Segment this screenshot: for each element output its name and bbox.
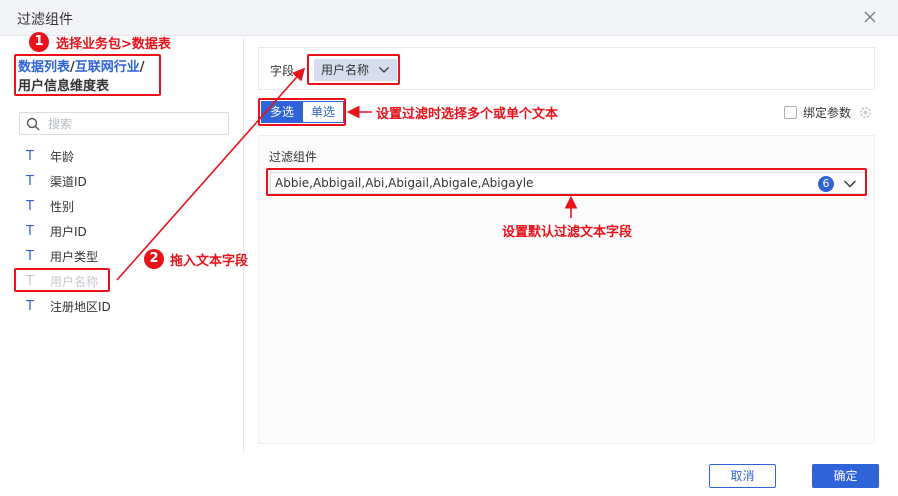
- field-label: 年龄: [50, 150, 75, 164]
- field-item-age[interactable]: T 年龄: [18, 144, 228, 169]
- field-sidebar: 数据列表/互联网行业/ 用户信息维度表 T年龄 T渠道ID T性别 T用户ID …: [0, 37, 244, 452]
- multi-select-tab[interactable]: 多选: [261, 101, 304, 123]
- field-label: 用户名称: [50, 275, 99, 289]
- step-2-badge: 2: [144, 249, 164, 269]
- default-note-text: 设置默认过滤文本字段: [502, 225, 633, 240]
- dialog-titlebar: 过滤组件: [0, 0, 898, 36]
- field-item-user-id[interactable]: T 用户ID: [18, 219, 228, 244]
- search-input[interactable]: [48, 115, 223, 132]
- breadcrumb-current-table: 用户信息维度表: [18, 79, 110, 94]
- chevron-down-icon: [379, 67, 389, 73]
- field-label: 渠道ID: [50, 175, 87, 189]
- field-list: T 年龄 T 渠道ID T 性别 T 用户ID T 用户类型 T 用户名称 T 注册地区ID: [18, 144, 228, 319]
- filter-preview-panel: 过滤组件 Abbie,Abbigail,Abi,Abigail,Abigale,…: [258, 135, 875, 444]
- breadcrumb-industry[interactable]: 互联网行业: [75, 60, 140, 75]
- text-type-icon: T: [26, 174, 34, 189]
- mode-note-text: 设置过滤时选择多个或单个文本: [376, 107, 559, 122]
- step-1-badge: 1: [29, 32, 49, 52]
- selected-count-badge: 6: [818, 176, 834, 192]
- text-type-icon: T: [26, 224, 34, 239]
- close-icon[interactable]: [862, 9, 878, 25]
- cancel-button[interactable]: 取消: [709, 464, 776, 488]
- filter-component-label: 过滤组件: [269, 150, 318, 164]
- field-item-gender[interactable]: T 性别: [18, 194, 228, 219]
- confirm-button[interactable]: 确定: [812, 464, 879, 488]
- step-2-text: 拖入文本字段: [170, 254, 249, 269]
- bind-parameter-label: 绑定参数: [803, 106, 852, 120]
- default-value-select[interactable]: Abbie,Abbigail,Abi,Abigail,Abigale,Abiga…: [270, 172, 866, 194]
- breadcrumb: 数据列表/互联网行业/ 用户信息维度表: [18, 58, 161, 96]
- breadcrumb-separator: /: [139, 60, 145, 75]
- field-chip-label: 用户名称: [321, 63, 370, 77]
- single-select-tab[interactable]: 单选: [303, 101, 345, 123]
- field-label: 用户类型: [50, 250, 99, 264]
- bind-parameter: 绑定参数: [784, 104, 873, 121]
- text-type-icon: T: [26, 199, 34, 214]
- field-row-label: 字段: [270, 64, 295, 78]
- search-icon: [26, 117, 40, 131]
- gear-icon[interactable]: [858, 105, 873, 120]
- selection-mode-toggle: 多选 单选: [261, 101, 345, 123]
- default-value-text: Abbie,Abbigail,Abi,Abigail,Abigale,Abiga…: [275, 176, 534, 190]
- field-label: 性别: [50, 200, 75, 214]
- text-type-icon: T: [26, 299, 34, 314]
- breadcrumb-data-list[interactable]: 数据列表: [18, 60, 70, 75]
- field-label: 注册地区ID: [50, 300, 111, 314]
- field-label: 用户ID: [50, 225, 87, 239]
- field-drop-zone[interactable]: 字段 用户名称: [258, 47, 875, 90]
- bind-parameter-checkbox[interactable]: [784, 106, 797, 119]
- chevron-down-icon: [844, 180, 856, 188]
- field-search: [19, 112, 229, 135]
- field-chip-user-name[interactable]: 用户名称: [314, 59, 398, 81]
- step-1-text: 选择业务包>数据表: [56, 37, 171, 52]
- dialog-title: 过滤组件: [17, 12, 73, 28]
- text-type-icon: T: [26, 149, 34, 164]
- text-type-icon: T: [26, 274, 34, 289]
- field-item-region-id[interactable]: T 注册地区ID: [18, 294, 228, 319]
- field-item-channel-id[interactable]: T 渠道ID: [18, 169, 228, 194]
- field-item-user-name[interactable]: T 用户名称: [18, 269, 228, 294]
- text-type-icon: T: [26, 249, 34, 264]
